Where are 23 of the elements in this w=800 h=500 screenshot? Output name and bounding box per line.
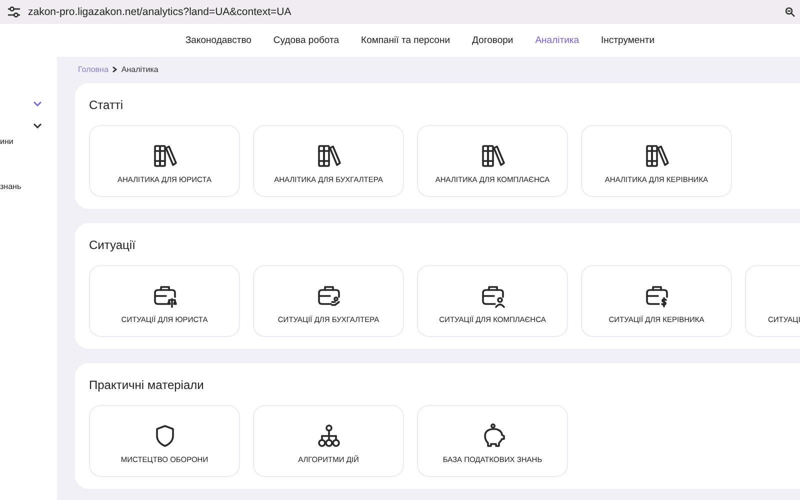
books-icon [152,142,178,168]
section-title: Практичні матеріали [89,377,205,394]
nav-link[interactable]: Судова робота [273,35,340,46]
books-icon [316,142,342,168]
chevron-right-icon [112,66,118,72]
nav-link[interactable]: Законодавство [185,35,252,46]
books-icon [480,142,506,168]
zoom-icon[interactable] [785,7,795,17]
site-settings-icon[interactable] [7,6,21,18]
breadcrumb-current: Аналітика [121,64,158,74]
address-bar[interactable]: zakon-pro.ligazakon.net/analytics?land=UA&context=UA [0,0,800,24]
nav-link[interactable]: Компанії та персони [361,35,450,46]
section-title: Ситуації [89,237,136,254]
sidebar-item[interactable]: знань [0,182,22,191]
section-title: Статті [89,97,124,114]
nav-link[interactable]: Договори [472,35,514,46]
hierarchy-icon [316,422,342,448]
url-text: zakon-pro.ligazakon.net/analytics?land=UA&context=UA [28,6,292,18]
nav-link[interactable]: Інструменти [601,35,655,46]
sidebar-item[interactable]: ини [0,137,14,146]
books-icon [644,142,670,168]
nav-link[interactable]: Аналітика [535,35,580,46]
chevron-down-icon[interactable] [33,123,42,129]
